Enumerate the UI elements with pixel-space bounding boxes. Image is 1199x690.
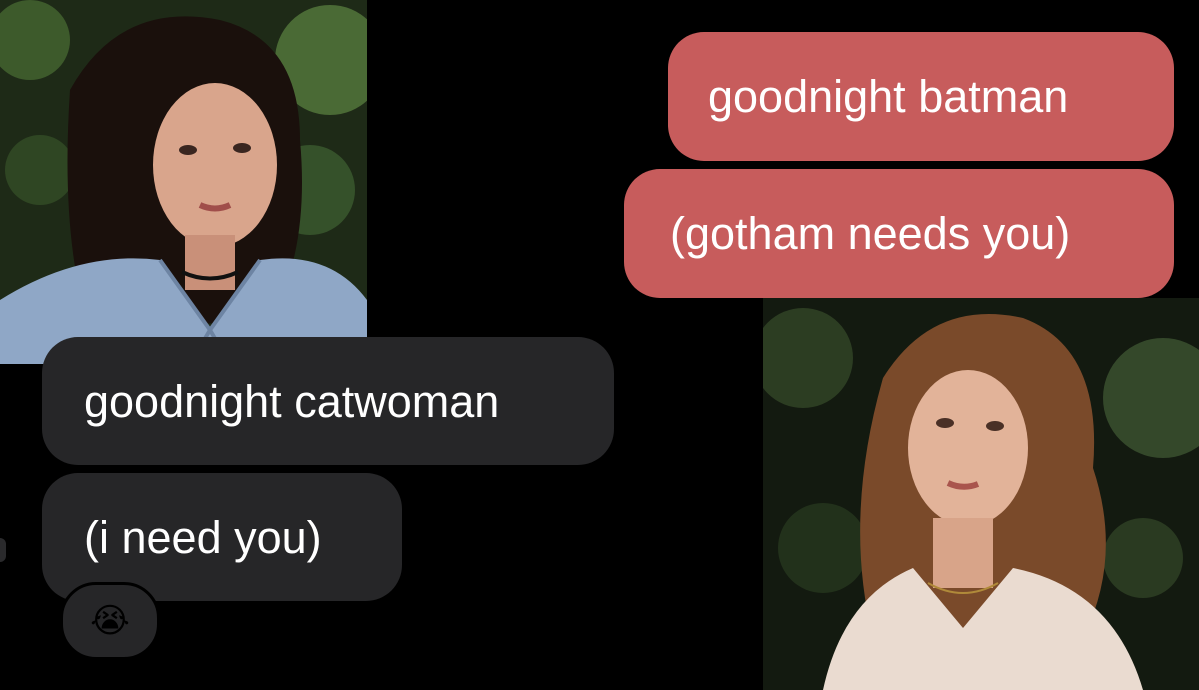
message-reaction[interactable]: 😭 <box>60 582 160 660</box>
sent-message-bubble[interactable]: goodnight batman <box>668 32 1174 161</box>
message-text: goodnight batman <box>708 71 1069 122</box>
message-text: (i need you) <box>84 511 322 563</box>
partial-avatar <box>0 538 6 562</box>
received-message-bubble[interactable]: goodnight catwoman <box>42 337 614 465</box>
loudly-crying-face-icon: 😭 <box>90 602 130 640</box>
photo-right <box>763 298 1199 690</box>
message-text: (gotham needs you) <box>670 208 1071 259</box>
message-text: goodnight catwoman <box>84 375 500 427</box>
photo-left <box>0 0 367 364</box>
sent-message-bubble[interactable]: (gotham needs you) <box>624 169 1174 298</box>
